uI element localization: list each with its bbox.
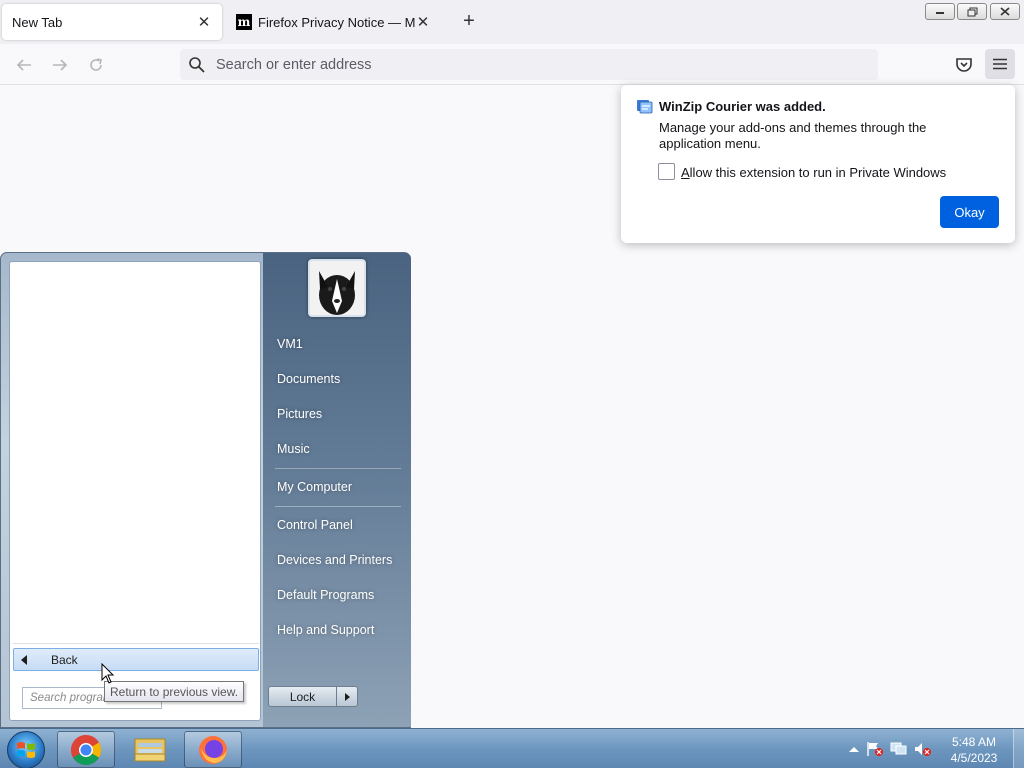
triangle-left-icon: [21, 654, 27, 665]
back-label: Back: [51, 652, 78, 667]
doorhanger-message: Manage your add-ons and themes through t…: [659, 120, 927, 151]
close-tab-icon[interactable]: ✕: [415, 14, 431, 31]
reload-icon: [90, 58, 102, 71]
taskbar-explorer[interactable]: [121, 731, 179, 768]
tab-label: New Tab: [12, 14, 63, 30]
arrow-right-icon: [53, 59, 68, 71]
shutdown-options-button[interactable]: [337, 687, 357, 706]
start-link-pictures[interactable]: Pictures: [277, 407, 322, 421]
new-tab-button[interactable]: +: [458, 11, 480, 33]
start-link-documents[interactable]: Documents: [277, 372, 340, 386]
start-link-my-computer[interactable]: My Computer: [277, 480, 352, 494]
taskbar-firefox[interactable]: [184, 731, 242, 768]
restore-icon: [967, 7, 977, 16]
search-icon: [189, 56, 205, 73]
pocket-icon[interactable]: [954, 55, 974, 75]
chrome-icon: [70, 734, 102, 765]
minimize-icon: [936, 11, 944, 14]
forward-button[interactable]: [47, 52, 73, 78]
dog-picture-icon: [310, 261, 364, 315]
show-hidden-icons-icon[interactable]: [845, 741, 863, 757]
start-menu-right-pane: VM1 Documents Pictures Music My Computer…: [263, 253, 411, 727]
folder-icon: [134, 738, 166, 761]
start-link-music[interactable]: Music: [277, 442, 310, 456]
start-divider: [275, 506, 401, 507]
minimize-button[interactable]: [925, 3, 955, 20]
winzip-courier-icon: [637, 100, 653, 114]
network-icon[interactable]: [890, 741, 908, 757]
mouse-pointer-icon: [101, 663, 115, 684]
tab-label: Firefox Privacy Notice — Mozilla: [258, 14, 415, 30]
start-link-vm1[interactable]: VM1: [277, 337, 303, 351]
back-button[interactable]: Back: [13, 648, 259, 671]
close-window-button[interactable]: [990, 3, 1020, 20]
programs-pane: Back Search programs and files: [9, 261, 261, 721]
close-icon: [1000, 7, 1010, 16]
start-link-default-programs[interactable]: Default Programs: [277, 588, 374, 602]
clock-date: 4/5/2023: [950, 751, 998, 765]
private-windows-checkbox[interactable]: [658, 163, 675, 180]
start-link-control-panel[interactable]: Control Panel: [277, 518, 353, 532]
tab-new-tab[interactable]: New Tab ✕: [2, 4, 222, 40]
okay-button[interactable]: Okay: [940, 196, 999, 228]
programs-separator: [13, 643, 259, 644]
mozilla-favicon-icon: m: [236, 14, 252, 30]
windows-logo-icon: [17, 742, 35, 758]
app-menu-button[interactable]: [985, 49, 1015, 79]
extension-added-doorhanger: WinZip Courier was added. Manage your ad…: [621, 85, 1015, 243]
address-input[interactable]: [216, 56, 816, 73]
hamburger-menu-icon: [993, 58, 1007, 70]
start-link-devices-printers[interactable]: Devices and Printers: [277, 553, 392, 567]
clock-time: 5:48 AM: [951, 735, 997, 749]
lock-button-group: Lock: [268, 686, 358, 707]
arrow-left-icon: [16, 59, 31, 71]
start-link-help-support[interactable]: Help and Support: [277, 623, 374, 637]
show-desktop-button[interactable]: [1013, 729, 1024, 768]
back-button[interactable]: [11, 52, 37, 78]
tab-privacy-notice[interactable]: m Firefox Privacy Notice — Mozilla ✕: [226, 4, 441, 40]
accesskey-letter: A: [681, 165, 690, 180]
checkbox-label-text: llow this extension to run in Private Wi…: [689, 165, 947, 180]
address-bar[interactable]: [180, 49, 878, 80]
taskbar: 5:48 AM 4/5/2023: [0, 728, 1024, 768]
reload-button[interactable]: [83, 52, 109, 78]
doorhanger-title: WinZip Courier was added.: [659, 99, 826, 114]
back-tooltip: Return to previous view.: [104, 681, 245, 702]
restore-button[interactable]: [957, 3, 987, 20]
volume-muted-icon[interactable]: [914, 741, 932, 757]
triangle-right-icon: [344, 692, 350, 701]
firefox-icon: [199, 735, 227, 764]
lock-button[interactable]: Lock: [269, 687, 337, 706]
close-tab-icon[interactable]: ✕: [196, 14, 212, 31]
start-button[interactable]: [7, 731, 45, 768]
tab-strip: New Tab ✕ m Firefox Privacy Notice — Moz…: [0, 0, 1024, 44]
system-clock[interactable]: 5:48 AM 4/5/2023: [940, 734, 1008, 766]
user-avatar[interactable]: [308, 259, 366, 317]
start-divider: [275, 468, 401, 469]
private-windows-checkbox-label[interactable]: Allow this extension to run in Private W…: [681, 165, 946, 180]
taskbar-chrome[interactable]: [57, 731, 115, 768]
action-center-warning-icon[interactable]: [866, 741, 884, 757]
start-menu: Back Search programs and files VM1 Docum…: [0, 252, 411, 728]
navigation-toolbar: [0, 44, 1024, 85]
